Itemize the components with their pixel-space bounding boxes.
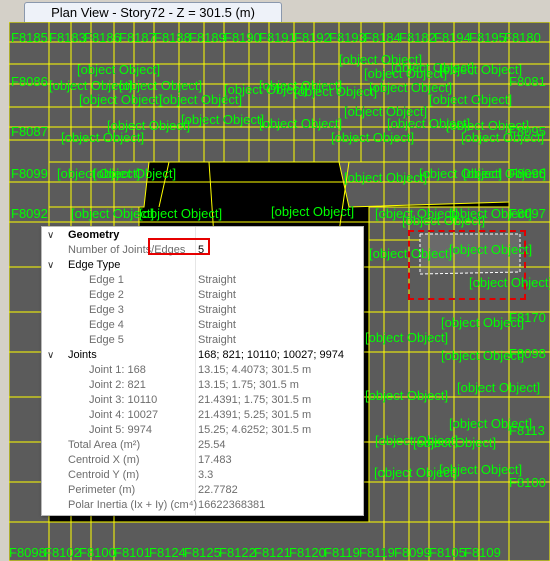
canvas-label: F8092 xyxy=(11,206,48,221)
canvas-label: F8098 xyxy=(9,545,46,560)
canvas-label: F8101 xyxy=(114,545,151,560)
prop-row-edge[interactable]: Edge 1 Straight xyxy=(42,273,363,288)
canvas-label: [object Object] xyxy=(181,112,264,127)
canvas-label: [object Object] xyxy=(439,462,522,477)
canvas-label: [object Object] xyxy=(365,330,448,345)
canvas-label: [object Object] xyxy=(461,130,544,145)
prop-row-polar-inertia[interactable]: Polar Inertia (Ix + Iy) (cm⁴) 1662236838… xyxy=(42,498,363,513)
prop-row-joint[interactable]: Joint 1: 168 13.15; 4.4073; 301.5 m xyxy=(42,363,363,378)
edges-value-highlight xyxy=(148,238,210,255)
prop-row-area[interactable]: Total Area (m²) 25.54 xyxy=(42,438,363,453)
canvas-label: [object Object] xyxy=(441,315,524,330)
canvas-label: [object Object] xyxy=(119,78,202,93)
canvas-label: F8120 xyxy=(289,545,326,560)
canvas-label: [object Object] xyxy=(93,166,176,181)
canvas-label: F8191 xyxy=(259,30,296,45)
canvas-label: F8184 xyxy=(364,30,401,45)
category-edge-type[interactable]: ∨ Edge Type xyxy=(42,258,363,273)
canvas-label: F8086 xyxy=(11,74,48,89)
canvas-label: F8100 xyxy=(509,475,546,490)
canvas-label: [object Object] xyxy=(429,92,512,107)
canvas-label: [object Object] xyxy=(365,388,448,403)
canvas-label: F8188 xyxy=(154,30,191,45)
category-joints[interactable]: ∨ Joints 168; 821; 10110; 10027; 9974 xyxy=(42,348,363,363)
prop-row-edge[interactable]: Edge 2 Straight xyxy=(42,288,363,303)
canvas-label: F8192 xyxy=(294,30,331,45)
canvas-label: [object Object] xyxy=(344,170,427,185)
canvas-label: F8187 xyxy=(119,30,156,45)
canvas-label: F8189 xyxy=(189,30,226,45)
canvas-label: [object Object] xyxy=(259,116,342,131)
canvas-label: F8099 xyxy=(394,545,431,560)
canvas-label: F8121 xyxy=(254,545,291,560)
tab-bar: Plan View - Story72 - Z = 301.5 (m) xyxy=(0,0,550,23)
canvas-label: [object Object] xyxy=(463,166,546,181)
canvas-label: F8186 xyxy=(84,30,121,45)
canvas-label: F8182 xyxy=(399,30,436,45)
prop-row-centroid-y[interactable]: Centroid Y (m) 3.3 xyxy=(42,468,363,483)
prop-row-joint[interactable]: Joint 4: 10027 21.4391; 5.25; 301.5 m xyxy=(42,408,363,423)
prop-row-joint[interactable]: Joint 5: 9974 15.25; 4.6252; 301.5 m xyxy=(42,423,363,438)
canvas-label: F8105 xyxy=(429,545,466,560)
canvas-label: [object Object] xyxy=(271,204,354,219)
canvas-label: [object Object] xyxy=(61,130,144,145)
canvas-label: F8109 xyxy=(464,545,501,560)
tab-plan-view[interactable]: Plan View - Story72 - Z = 301.5 (m) xyxy=(24,2,282,23)
canvas-label: F8119 xyxy=(324,545,360,560)
prop-row-centroid-x[interactable]: Centroid X (m) 17.483 xyxy=(42,453,363,468)
canvas-label: F8195 xyxy=(469,30,506,45)
prop-row-perimeter[interactable]: Perimeter (m) 22.7782 xyxy=(42,483,363,498)
prop-row-edge[interactable]: Edge 4 Straight xyxy=(42,318,363,333)
collapse-icon[interactable]: ∨ xyxy=(47,228,59,243)
canvas-label: [object Object] xyxy=(457,380,540,395)
canvas-label: [object Object] xyxy=(449,416,532,431)
canvas-label: [object Object] xyxy=(413,435,496,450)
canvas-label: F8193 xyxy=(329,30,366,45)
canvas-label: F8122 xyxy=(219,545,256,560)
canvas-label: [object Object] xyxy=(77,62,160,77)
canvas-label: F8183 xyxy=(49,30,86,45)
canvas-label: F8185 xyxy=(11,30,48,45)
prop-row-joint[interactable]: Joint 2: 821 13.15; 1.75; 301.5 m xyxy=(42,378,363,393)
canvas-label: F8099 xyxy=(11,166,48,181)
collapse-icon[interactable]: ∨ xyxy=(47,258,59,273)
properties-popup[interactable]: ∨ Geometry Number of Joints/Edges 5 ∨ Ed… xyxy=(41,226,364,516)
canvas-label: F8125 xyxy=(184,545,221,560)
canvas-label: [object Object] xyxy=(139,206,222,221)
prop-row-edge[interactable]: Edge 5 Straight xyxy=(42,333,363,348)
canvas-label: F8190 xyxy=(224,30,261,45)
canvas-label: F8102 xyxy=(44,545,81,560)
canvas-label: F8180 xyxy=(504,30,541,45)
canvas-label: F8119 xyxy=(359,545,395,560)
canvas-label: [object Object] xyxy=(331,130,414,145)
canvas-label: F8194 xyxy=(434,30,471,45)
canvas-label: F8087 xyxy=(11,124,48,139)
prop-row-edge[interactable]: Edge 3 Straight xyxy=(42,303,363,318)
canvas-label: [object Object] xyxy=(79,92,162,107)
selection-highlight xyxy=(408,230,526,300)
prop-row-joint[interactable]: Joint 3: 10110 21.4391; 1.75; 301.5 m xyxy=(42,393,363,408)
canvas-label: [object Object] xyxy=(449,206,532,221)
collapse-icon[interactable]: ∨ xyxy=(47,348,59,363)
canvas-label: F8124 xyxy=(149,545,186,560)
canvas-label: F8100 xyxy=(79,545,116,560)
canvas-label: [object Object] xyxy=(439,62,522,77)
canvas-label: [object Object] xyxy=(294,84,377,99)
canvas-label: [object Object] xyxy=(441,348,524,363)
